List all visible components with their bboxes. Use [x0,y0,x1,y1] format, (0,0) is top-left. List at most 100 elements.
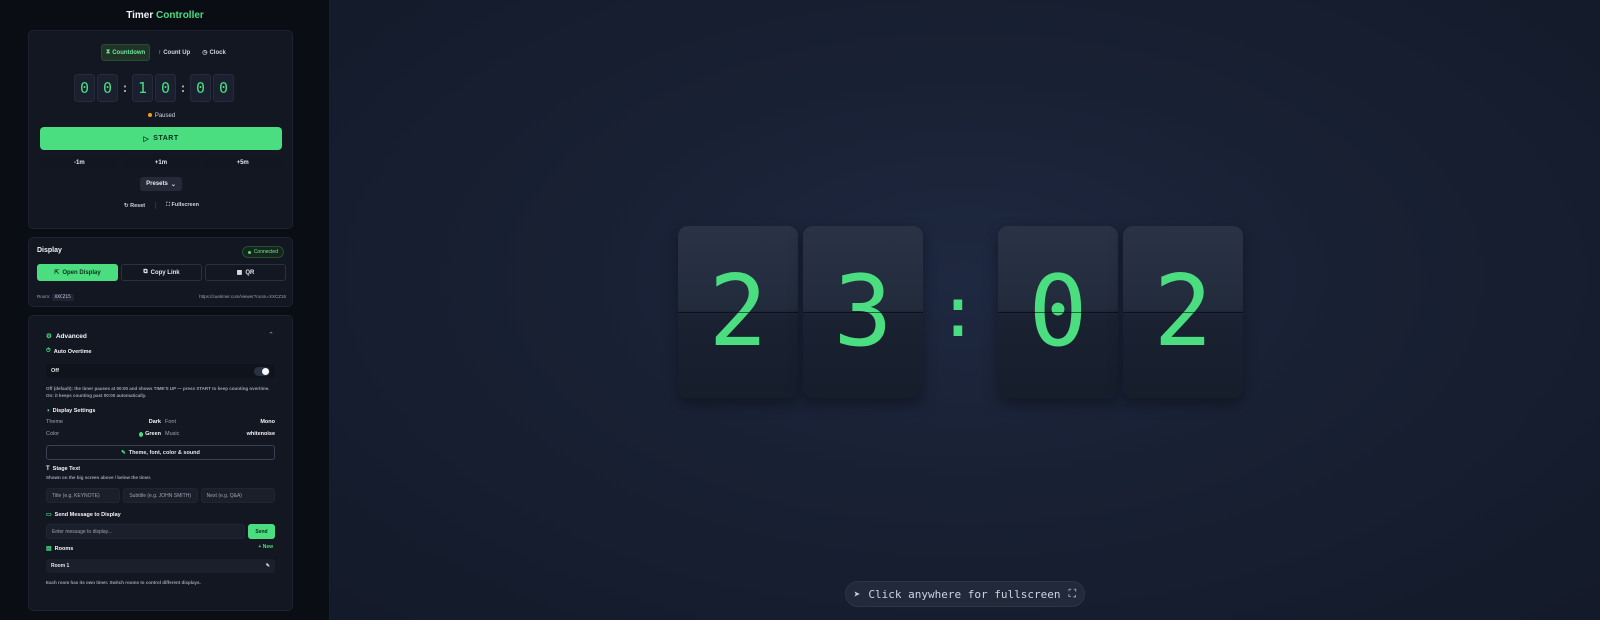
timer-footer: ↻ Reset ⛶ Fullscreen [29,202,294,209]
display-settings-title: ◑ Display Settings [46,408,95,414]
text-icon: T [46,466,50,472]
brush-icon: ✎ [121,449,126,456]
stage-text-help: Shown on the big screen above / below th… [46,475,152,480]
tab-count-up[interactable]: ↑ Count Up [154,44,194,61]
timer-icon: ⏱ [46,348,51,354]
fullscreen-hint[interactable]: ➤ Click anywhere for fullscreen ⛶ [845,581,1085,607]
start-button[interactable]: ▷ START [40,127,282,150]
send-message-label: Send Message to Display [54,511,121,518]
status-text: Paused [154,113,176,119]
display-actions: ⇱ Open Display ⧉ Copy Link ▦ QR [37,264,286,281]
copy-link-label: Copy Link [150,269,180,276]
plus-1m-button[interactable]: +1m [121,156,201,169]
color-label: Color [46,431,60,437]
play-icon: ▷ [143,135,150,143]
seconds-tens-digit[interactable]: 0 [190,74,211,102]
new-room-button[interactable]: + New [258,544,273,550]
expand-icon: ⛶ [166,202,170,208]
room-label: Room: [37,294,51,299]
connection-status: Connected [253,249,278,255]
controller-sidebar: Timer Controller ⧗ Countdown ↑ Count Up … [0,0,330,620]
share-icon: ⇱ [54,270,60,276]
timer-status: Paused [29,113,294,119]
hours-ones-digit[interactable]: 0 [97,74,118,102]
fullscreen-hint-text: Click anywhere for fullscreen [868,587,1061,601]
theme-settings-label: Theme, font, color & sound [128,449,200,456]
theme-value: Dark [148,419,161,425]
rooms-label: Rooms [54,545,74,552]
tab-count-up-label: Count Up [163,49,191,56]
send-button[interactable]: Send [248,524,275,539]
plus-5m-button[interactable]: +5m [203,156,283,169]
stage-next-input[interactable]: Next (e.g. Q&A) [200,488,275,503]
copy-link-button[interactable]: ⧉ Copy Link [121,264,202,281]
minutes-ones-tile: 3 [803,226,923,398]
colon-separator: : [121,81,129,95]
fullscreen-button[interactable]: ⛶ Fullscreen [166,202,199,209]
theme-font-row: Theme Dark Font Mono [46,419,275,425]
app-title: Timer Controller [0,10,330,21]
divider [155,202,157,209]
color-music-row: Color Green Music whitenoise [46,431,275,437]
auto-overtime-label: Auto Overtime [53,348,92,355]
advanced-header[interactable]: ⚙ Advanced [46,332,87,341]
edit-icon[interactable]: ✎ [266,563,270,569]
arrow-up-icon: ↑ [158,49,162,56]
viewer-url[interactable]: https://cuetimer.com/viewer?room=XXCZ15 [199,294,286,300]
font-label: Font [165,419,177,425]
room-code: XXCZ15 [51,294,74,301]
auto-overtime-help: Off (default): the timer pauses at 00:00… [46,386,270,398]
presets-button[interactable]: Presets ⌄ [140,177,182,191]
app-title-part2: Controller [156,10,204,21]
hours-tens-digit[interactable]: 0 [74,74,95,102]
fullscreen-label: Fullscreen [171,202,200,208]
stage-title-input[interactable]: Title (e.g. KEYNOTE) [46,488,121,503]
timer-card: ⧗ Countdown ↑ Count Up ◷ Clock 0 0 : 1 0… [28,30,293,229]
minutes-ones-digit[interactable]: 0 [155,74,176,102]
list-icon: ▤ [46,546,52,552]
big-colon: : [936,271,980,353]
qr-label: QR [245,269,255,276]
stage-text-title: T Stage Text [46,466,80,472]
theme-settings-button[interactable]: ✎ Theme, font, color & sound [46,445,275,460]
expand-icon: ⛶ [1068,587,1077,600]
display-settings-label: Display Settings [52,408,96,414]
mode-tabs: ⧗ Countdown ↑ Count Up ◷ Clock [101,44,230,61]
minutes-tens-digit[interactable]: 1 [132,74,153,102]
connected-dot-icon [247,250,251,254]
tab-clock[interactable]: ◷ Clock [198,44,230,61]
start-button-label: START [153,135,179,142]
cursor-icon: ➤ [853,587,861,601]
color-value: Green [145,431,161,437]
auto-overtime-state: Off [51,368,59,374]
stage-subtitle-input[interactable]: Subtitle (e.g. JOHN SMITH) [123,488,198,503]
chevron-up-icon[interactable]: ⌃ [268,331,274,339]
message-icon: ▭ [46,512,52,518]
qr-button[interactable]: ▦ QR [205,264,286,281]
theme-label: Theme [46,419,64,425]
auto-overtime-toggle[interactable] [254,366,270,376]
seconds-ones-digit[interactable]: 0 [213,74,234,102]
display-card: Display Connected ⇱ Open Display ⧉ Copy … [28,237,293,307]
minus-1m-button[interactable]: -1m [40,156,119,169]
gear-icon: ⚙ [46,333,52,340]
reset-icon: ↻ [123,202,129,209]
tab-countdown[interactable]: ⧗ Countdown [101,44,151,61]
app-title-part1: Timer [126,10,154,21]
reset-button[interactable]: ↻ Reset [124,203,145,209]
send-message-title: ▭ Send Message to Display [46,511,121,519]
auto-overtime-row: Off [46,364,275,378]
display-preview[interactable]: 2 3 : 0 2 ➤ Click anywhere for fullscree… [330,0,1600,620]
display-title: Display [37,247,62,254]
room-item[interactable]: Room 1 ✎ [46,559,275,573]
open-display-label: Open Display [62,269,101,276]
qr-icon: ▦ [236,270,243,276]
rooms-help: Each room has its own timer. Switch room… [46,580,201,585]
font-value: Mono [260,419,275,425]
tab-clock-label: Clock [209,49,226,56]
message-input[interactable]: Enter message to display... [46,524,245,539]
open-display-button[interactable]: ⇱ Open Display [37,264,118,281]
connection-badge: Connected [241,246,284,258]
palette-icon: ◑ [46,408,50,414]
color-value-wrap: Green [139,431,161,437]
